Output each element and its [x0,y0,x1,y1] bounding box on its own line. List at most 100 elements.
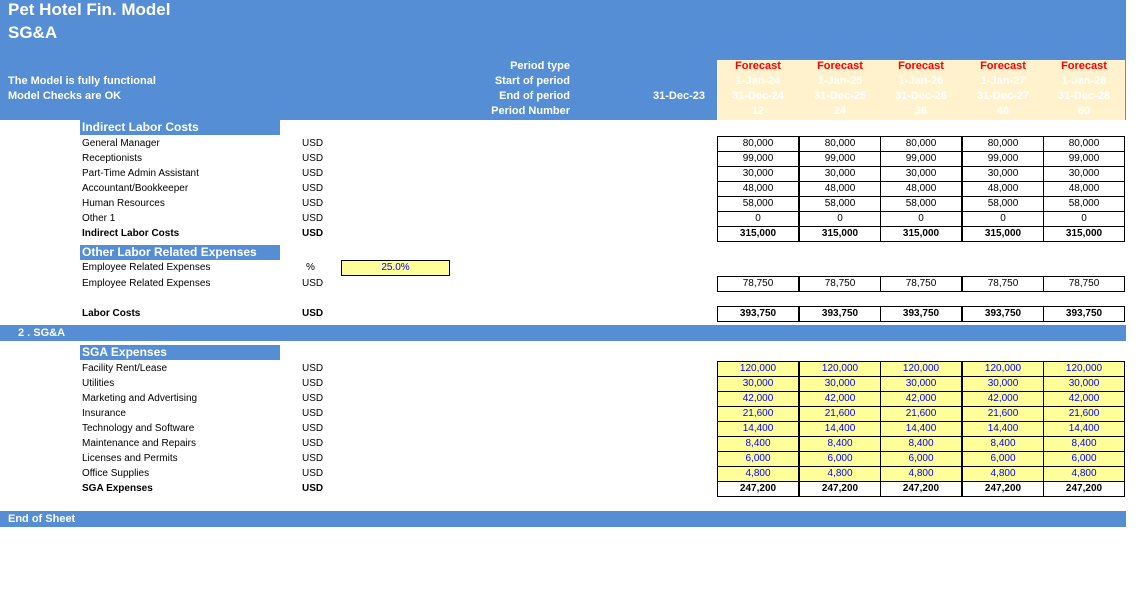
row-label: Indirect Labor Costs [82,228,180,239]
value-cell: 48,000 [962,181,1044,197]
value-cell[interactable]: 21,600 [880,406,962,422]
value-cell[interactable]: 4,800 [1043,466,1125,482]
value-cell[interactable]: 42,000 [962,391,1044,407]
value-cell[interactable]: 21,600 [1043,406,1125,422]
value-cell: 393,750 [717,306,799,322]
value-cell[interactable]: 120,000 [717,361,799,377]
value-cell[interactable]: 120,000 [799,361,881,377]
period-end: 31-Dec-27 [977,90,1029,102]
row-label: Facility Rent/Lease [82,363,168,374]
value-cell: 48,000 [717,181,799,197]
period-start: 1-Jan-25 [817,75,863,87]
period-number: 36 [914,105,928,117]
value-cell[interactable]: 21,600 [717,406,799,422]
row-unit: USD [302,483,324,494]
row-label: General Manager [82,138,160,149]
pct-input-cell[interactable]: 25.0% [341,260,450,276]
row-unit: USD [302,468,324,479]
value-cell[interactable]: 4,800 [880,466,962,482]
row-label: Labor Costs [82,308,141,319]
row-label: Maintenance and Repairs [82,438,196,449]
value-cell: 30,000 [962,166,1044,182]
row-label: Technology and Software [82,423,195,434]
value-cell[interactable]: 6,000 [717,451,799,467]
row-label: Accountant/Bookkeeper [82,183,189,194]
value-cell[interactable]: 14,400 [962,421,1044,437]
value-cell: 58,000 [1043,196,1125,212]
band-sga-expenses: SGA Expenses [80,345,280,360]
value-cell: 315,000 [962,226,1044,242]
period-number: 48 [996,105,1010,117]
value-cell: 99,000 [962,151,1044,167]
pct-row-unit: % [306,262,315,273]
value-cell[interactable]: 14,400 [1043,421,1125,437]
value-cell: 0 [962,211,1044,227]
value-cell[interactable]: 8,400 [880,436,962,452]
value-cell: 0 [717,211,799,227]
value-cell: 30,000 [717,166,799,182]
value-cell: 48,000 [799,181,881,197]
end-of-sheet-bar: End of Sheet [0,511,1126,527]
row-unit: USD [302,308,324,319]
value-cell: 99,000 [799,151,881,167]
value-cell: 393,750 [880,306,962,322]
value-cell[interactable]: 42,000 [880,391,962,407]
value-cell: 99,000 [880,151,962,167]
value-cell[interactable]: 30,000 [717,376,799,392]
period-type: Forecast [1061,60,1107,72]
value-cell[interactable]: 120,000 [962,361,1044,377]
value-cell[interactable]: 30,000 [1043,376,1125,392]
row-unit: USD [302,213,324,224]
row-label: Part-Time Admin Assistant [82,168,199,179]
value-cell[interactable]: 6,000 [962,451,1044,467]
value-cell: 315,000 [717,226,799,242]
value-cell[interactable]: 8,400 [799,436,881,452]
value-cell[interactable]: 30,000 [962,376,1044,392]
value-cell[interactable]: 120,000 [880,361,962,377]
row-unit: USD [302,363,324,374]
band-other-labor: Other Labor Related Expenses [80,245,280,260]
value-cell[interactable]: 42,000 [799,391,881,407]
row-unit: USD [302,168,324,179]
period-type: Forecast [898,60,944,72]
period-end: 31-Dec-24 [732,90,784,102]
value-cell: 78,750 [962,276,1044,292]
value-cell[interactable]: 21,600 [962,406,1044,422]
value-cell[interactable]: 30,000 [799,376,881,392]
value-cell: 58,000 [880,196,962,212]
row-label: Other 1 [82,213,116,224]
value-cell: 99,000 [717,151,799,167]
value-cell: 247,200 [880,481,962,497]
row-label: Licenses and Permits [82,453,178,464]
value-cell[interactable]: 42,000 [717,391,799,407]
row-label: Insurance [82,408,126,419]
period-type: Forecast [980,60,1026,72]
pct-row-label: Employee Related Expenses [82,262,211,273]
value-cell: 80,000 [717,136,799,152]
row-unit: USD [302,438,324,449]
value-cell[interactable]: 8,400 [1043,436,1125,452]
value-cell: 78,750 [880,276,962,292]
value-cell[interactable]: 14,400 [799,421,881,437]
value-cell[interactable]: 14,400 [880,421,962,437]
row-label: SGA Expenses [82,483,153,494]
value-cell[interactable]: 21,600 [799,406,881,422]
value-cell[interactable]: 6,000 [880,451,962,467]
row-unit: USD [302,453,324,464]
value-cell[interactable]: 30,000 [880,376,962,392]
row-unit: USD [302,378,324,389]
value-cell[interactable]: 4,800 [962,466,1044,482]
row-unit: USD [302,198,324,209]
value-cell[interactable]: 120,000 [1043,361,1125,377]
value-cell[interactable]: 8,400 [717,436,799,452]
value-cell[interactable]: 42,000 [1043,391,1125,407]
label-period-type: Period type [510,60,570,72]
value-cell[interactable]: 14,400 [717,421,799,437]
value-cell[interactable]: 8,400 [962,436,1044,452]
value-cell[interactable]: 6,000 [799,451,881,467]
value-cell: 0 [1043,211,1125,227]
row-unit: USD [302,138,324,149]
value-cell[interactable]: 6,000 [1043,451,1125,467]
value-cell[interactable]: 4,800 [717,466,799,482]
value-cell[interactable]: 4,800 [799,466,881,482]
